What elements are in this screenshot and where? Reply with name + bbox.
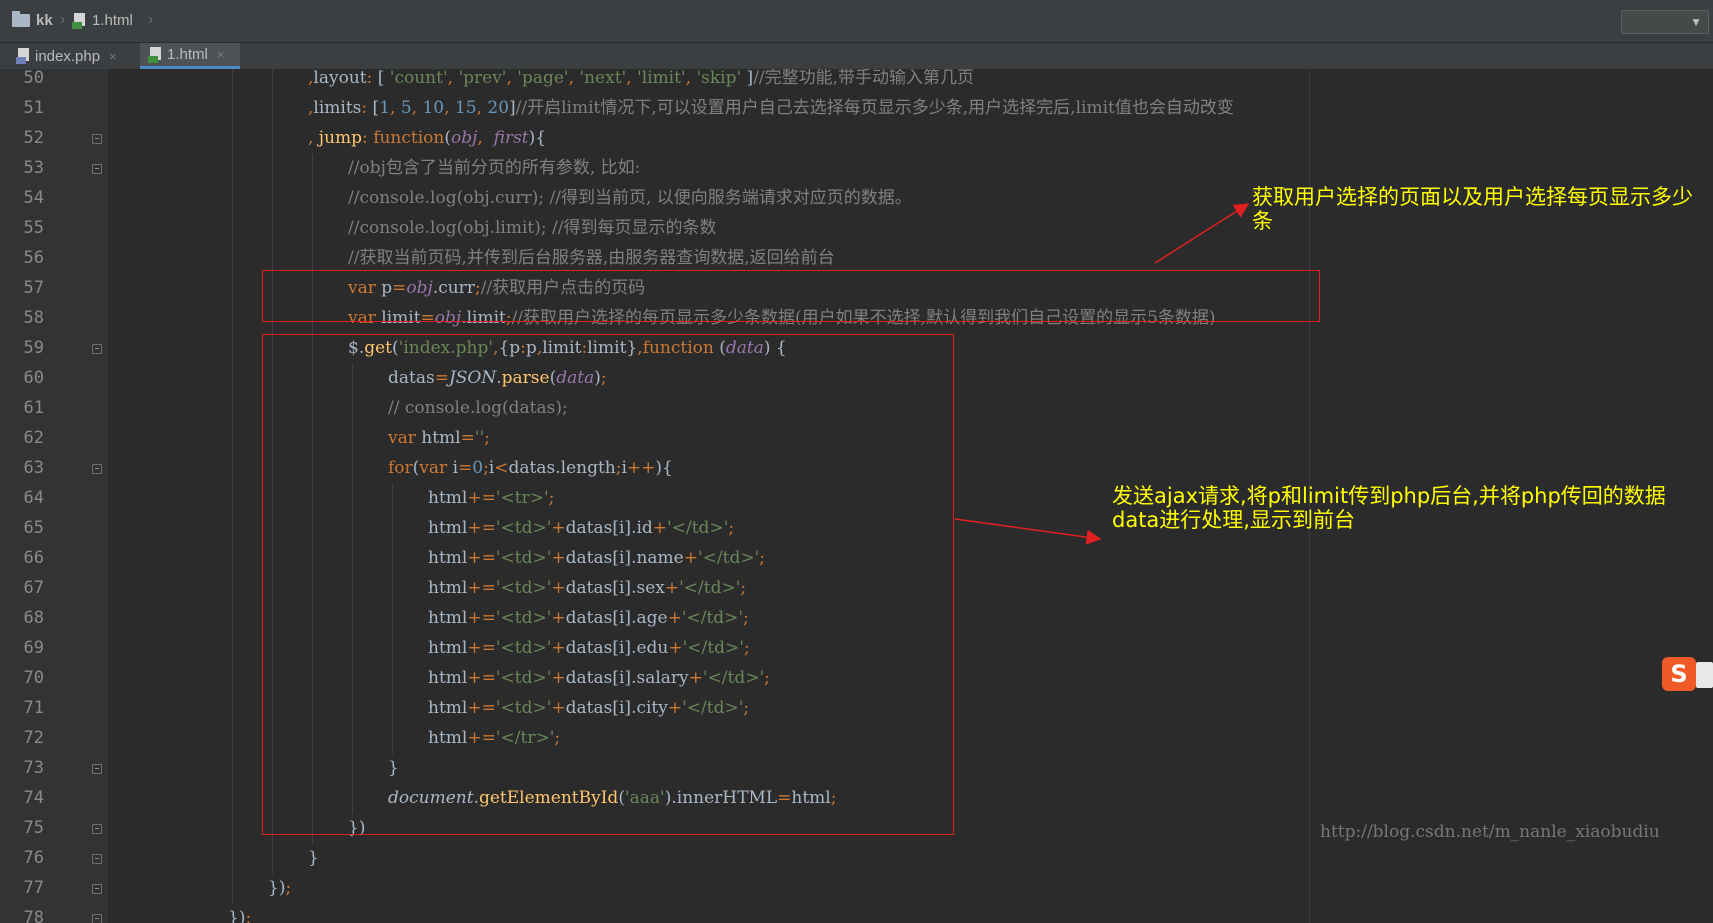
arrow-top: [1154, 203, 1250, 264]
ime-toolbar[interactable]: [1696, 662, 1713, 688]
folder-icon: [12, 11, 30, 27]
breadcrumb-separator: ›: [60, 11, 66, 28]
html-file-icon: [72, 12, 86, 29]
annotation-top: 获取用户选择的页面以及用户选择每页显示多少条: [1252, 185, 1693, 233]
tab-index-php[interactable]: index.php ×: [8, 43, 136, 69]
run-config-dropdown[interactable]: ▼: [1621, 10, 1709, 34]
tab-label: 1.html: [167, 46, 208, 63]
php-file-icon: [16, 48, 30, 64]
editor-tab-bar: index.php × 1.html ×: [0, 43, 1713, 69]
close-icon[interactable]: ×: [217, 47, 225, 62]
code-editor[interactable]: 50 51 52 53 54 55 56 57 58 59 60 61 62 63 64 65 66 67 68 69…: [0, 69, 1713, 923]
ime-sogou-icon[interactable]: S: [1662, 657, 1696, 691]
file-name: 1.html: [92, 12, 133, 29]
annotation-bottom: 发送ajax请求,将p和limit传到php后台,并将php传回的数据data进…: [1112, 484, 1666, 532]
watermark: http://blog.csdn.net/m_nanle_xiaobudiu: [1320, 822, 1660, 842]
tab-label: index.php: [35, 47, 101, 65]
breadcrumb-project[interactable]: kk: [12, 11, 53, 29]
navigation-bar: kk › 1.html › ▼: [0, 0, 1713, 43]
arrow-bottom: [954, 518, 1102, 545]
breadcrumb-separator: ›: [148, 11, 154, 28]
html-file-icon: [148, 46, 162, 63]
project-name: kk: [36, 12, 53, 29]
close-icon[interactable]: ×: [109, 49, 117, 64]
chevron-down-icon: ▼: [1690, 15, 1702, 29]
breadcrumb-file[interactable]: 1.html: [72, 12, 133, 29]
tab-1-html[interactable]: 1.html ×: [140, 43, 240, 69]
